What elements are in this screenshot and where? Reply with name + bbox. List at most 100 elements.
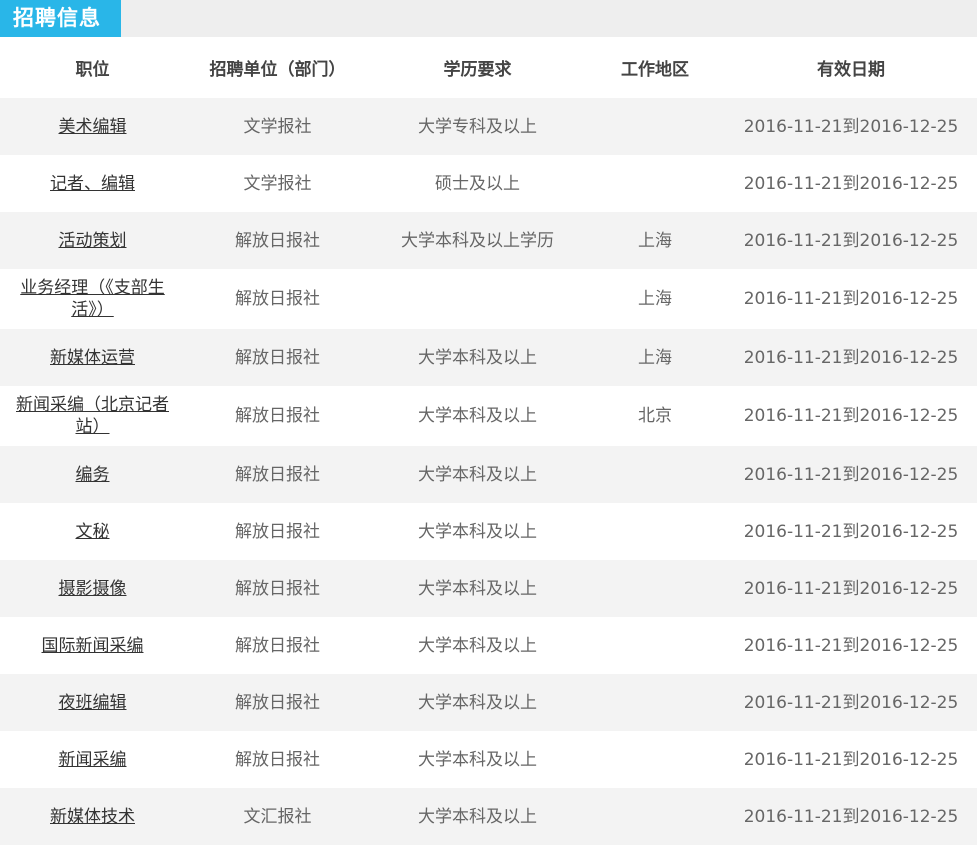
education-cell: 硕士及以上 (435, 173, 520, 194)
education-cell: 大学本科及以上 (418, 578, 537, 599)
column-header-education: 学历要求 (370, 37, 585, 98)
column-header-position: 职位 (0, 37, 185, 98)
unit-cell: 解放日报社 (235, 635, 320, 656)
date-cell: 2016-11-21到2016-12-25 (743, 749, 959, 770)
education-cell: 大学本科及以上 (418, 521, 537, 542)
unit-cell: 解放日报社 (235, 406, 320, 426)
date-cell: 2016-11-21到2016-12-25 (743, 692, 959, 713)
date-cell: 2016-11-21到2016-12-25 (743, 806, 959, 827)
region-cell: 上海 (638, 230, 672, 251)
date-cell: 2016-11-21到2016-12-25 (743, 116, 959, 137)
table-row: 夜班编辑 解放日报社 大学本科及以上 2016-11-21到2016-12-25 (0, 674, 977, 731)
table-header-row: 职位 招聘单位（部门） 学历要求 工作地区 有效日期 (0, 37, 977, 98)
region-cell (585, 155, 725, 212)
date-cell: 2016-11-21到2016-12-25 (743, 347, 959, 368)
education-cell (370, 269, 585, 329)
education-cell: 大学本科及以上 (418, 464, 537, 485)
education-cell: 大学本科及以上 (418, 406, 537, 426)
date-cell: 2016-11-21到2016-12-25 (743, 230, 959, 251)
position-cell: 新媒体运营 (0, 329, 185, 386)
table-row: 新媒体技术 文汇报社 大学本科及以上 2016-11-21到2016-12-25 (0, 788, 977, 845)
unit-cell: 文学报社 (243, 173, 312, 194)
unit-cell: 解放日报社 (235, 692, 320, 713)
position-cell: 活动策划 (0, 212, 185, 269)
education-cell: 大学本科及以上 (418, 692, 537, 713)
education-cell: 大学专科及以上 (418, 116, 537, 137)
position-cell: 夜班编辑 (0, 674, 185, 731)
position-cell: 新闻采编 (0, 731, 185, 788)
table-row: 文秘 解放日报社 大学本科及以上 2016-11-21到2016-12-25 (0, 503, 977, 560)
unit-cell: 解放日报社 (235, 464, 320, 485)
position-link[interactable]: 摄影摄像 (59, 579, 127, 599)
table-row: 摄影摄像 解放日报社 大学本科及以上 2016-11-21到2016-12-25 (0, 560, 977, 617)
date-cell: 2016-11-21到2016-12-25 (743, 289, 959, 309)
position-cell: 新闻采编（北京记者站） (0, 386, 185, 446)
position-link[interactable]: 编务 (76, 465, 110, 485)
region-cell: 上海 (638, 289, 672, 309)
unit-cell: 文汇报社 (243, 806, 312, 827)
date-cell: 2016-11-21到2016-12-25 (743, 578, 959, 599)
region-cell: 北京 (638, 406, 672, 426)
unit-cell: 解放日报社 (235, 230, 320, 251)
position-link[interactable]: 新闻采编 (59, 750, 127, 770)
unit-cell: 解放日报社 (235, 347, 320, 368)
date-cell: 2016-11-21到2016-12-25 (743, 406, 959, 426)
education-cell: 大学本科及以上 (418, 806, 537, 827)
region-cell: 上海 (638, 347, 672, 368)
date-cell: 2016-11-21到2016-12-25 (743, 464, 959, 485)
table-row: 新闻采编 解放日报社 大学本科及以上 2016-11-21到2016-12-25 (0, 731, 977, 788)
column-header-unit: 招聘单位（部门） (185, 37, 370, 98)
date-cell: 2016-11-21到2016-12-25 (743, 173, 959, 194)
education-cell: 大学本科及以上 (418, 347, 537, 368)
unit-cell: 解放日报社 (235, 578, 320, 599)
unit-cell: 解放日报社 (235, 289, 320, 309)
unit-cell: 解放日报社 (235, 521, 320, 542)
unit-cell: 文学报社 (243, 116, 312, 137)
column-header-region: 工作地区 (585, 37, 725, 98)
region-cell (585, 98, 725, 155)
position-link[interactable]: 记者、编辑 (50, 174, 135, 194)
position-cell: 美术编辑 (0, 98, 185, 155)
table-row: 业务经理（《支部生活》） 解放日报社 上海 2016-11-21到2016-12-25 (0, 269, 977, 329)
position-link[interactable]: 美术编辑 (59, 117, 127, 137)
position-link[interactable]: 业务经理（《支部生活》） (20, 278, 165, 320)
date-cell: 2016-11-21到2016-12-25 (743, 635, 959, 656)
region-cell (585, 446, 725, 503)
position-link[interactable]: 夜班编辑 (59, 693, 127, 713)
job-table: 职位 招聘单位（部门） 学历要求 工作地区 有效日期 美术编辑 文学报社 大学专科及… (0, 37, 977, 845)
position-link[interactable]: 文秘 (76, 522, 110, 542)
education-cell: 大学本科及以上 (418, 749, 537, 770)
position-cell: 摄影摄像 (0, 560, 185, 617)
region-cell (585, 560, 725, 617)
region-cell (585, 731, 725, 788)
table-row: 记者、编辑 文学报社 硕士及以上 2016-11-21到2016-12-25 (0, 155, 977, 212)
education-cell: 大学本科及以上学历 (401, 230, 554, 251)
position-link[interactable]: 新媒体运营 (50, 348, 135, 368)
table-row: 编务 解放日报社 大学本科及以上 2016-11-21到2016-12-25 (0, 446, 977, 503)
section-header-bar: 招聘信息 (0, 0, 977, 37)
education-cell: 大学本科及以上 (418, 635, 537, 656)
position-link[interactable]: 新闻采编（北京记者站） (16, 395, 169, 437)
date-cell: 2016-11-21到2016-12-25 (743, 521, 959, 542)
column-header-date: 有效日期 (725, 37, 977, 98)
table-row: 国际新闻采编 解放日报社 大学本科及以上 2016-11-21到2016-12-25 (0, 617, 977, 674)
section-title: 招聘信息 (0, 0, 121, 37)
region-cell (585, 503, 725, 560)
position-link[interactable]: 新媒体技术 (50, 807, 135, 827)
position-cell: 文秘 (0, 503, 185, 560)
region-cell (585, 617, 725, 674)
position-link[interactable]: 国际新闻采编 (42, 636, 144, 656)
region-cell (585, 674, 725, 731)
table-row: 新闻采编（北京记者站） 解放日报社 大学本科及以上 北京 2016-11-21到2016… (0, 386, 977, 446)
table-row: 新媒体运营 解放日报社 大学本科及以上 上海 2016-11-21到2016-12-25 (0, 329, 977, 386)
position-cell: 国际新闻采编 (0, 617, 185, 674)
position-cell: 编务 (0, 446, 185, 503)
table-row: 美术编辑 文学报社 大学专科及以上 2016-11-21到2016-12-25 (0, 98, 977, 155)
position-cell: 业务经理（《支部生活》） (0, 269, 185, 329)
unit-cell: 解放日报社 (235, 749, 320, 770)
position-cell: 记者、编辑 (0, 155, 185, 212)
position-link[interactable]: 活动策划 (59, 231, 127, 251)
region-cell (585, 788, 725, 845)
table-row: 活动策划 解放日报社 大学本科及以上学历 上海 2016-11-21到2016-12-2… (0, 212, 977, 269)
position-cell: 新媒体技术 (0, 788, 185, 845)
